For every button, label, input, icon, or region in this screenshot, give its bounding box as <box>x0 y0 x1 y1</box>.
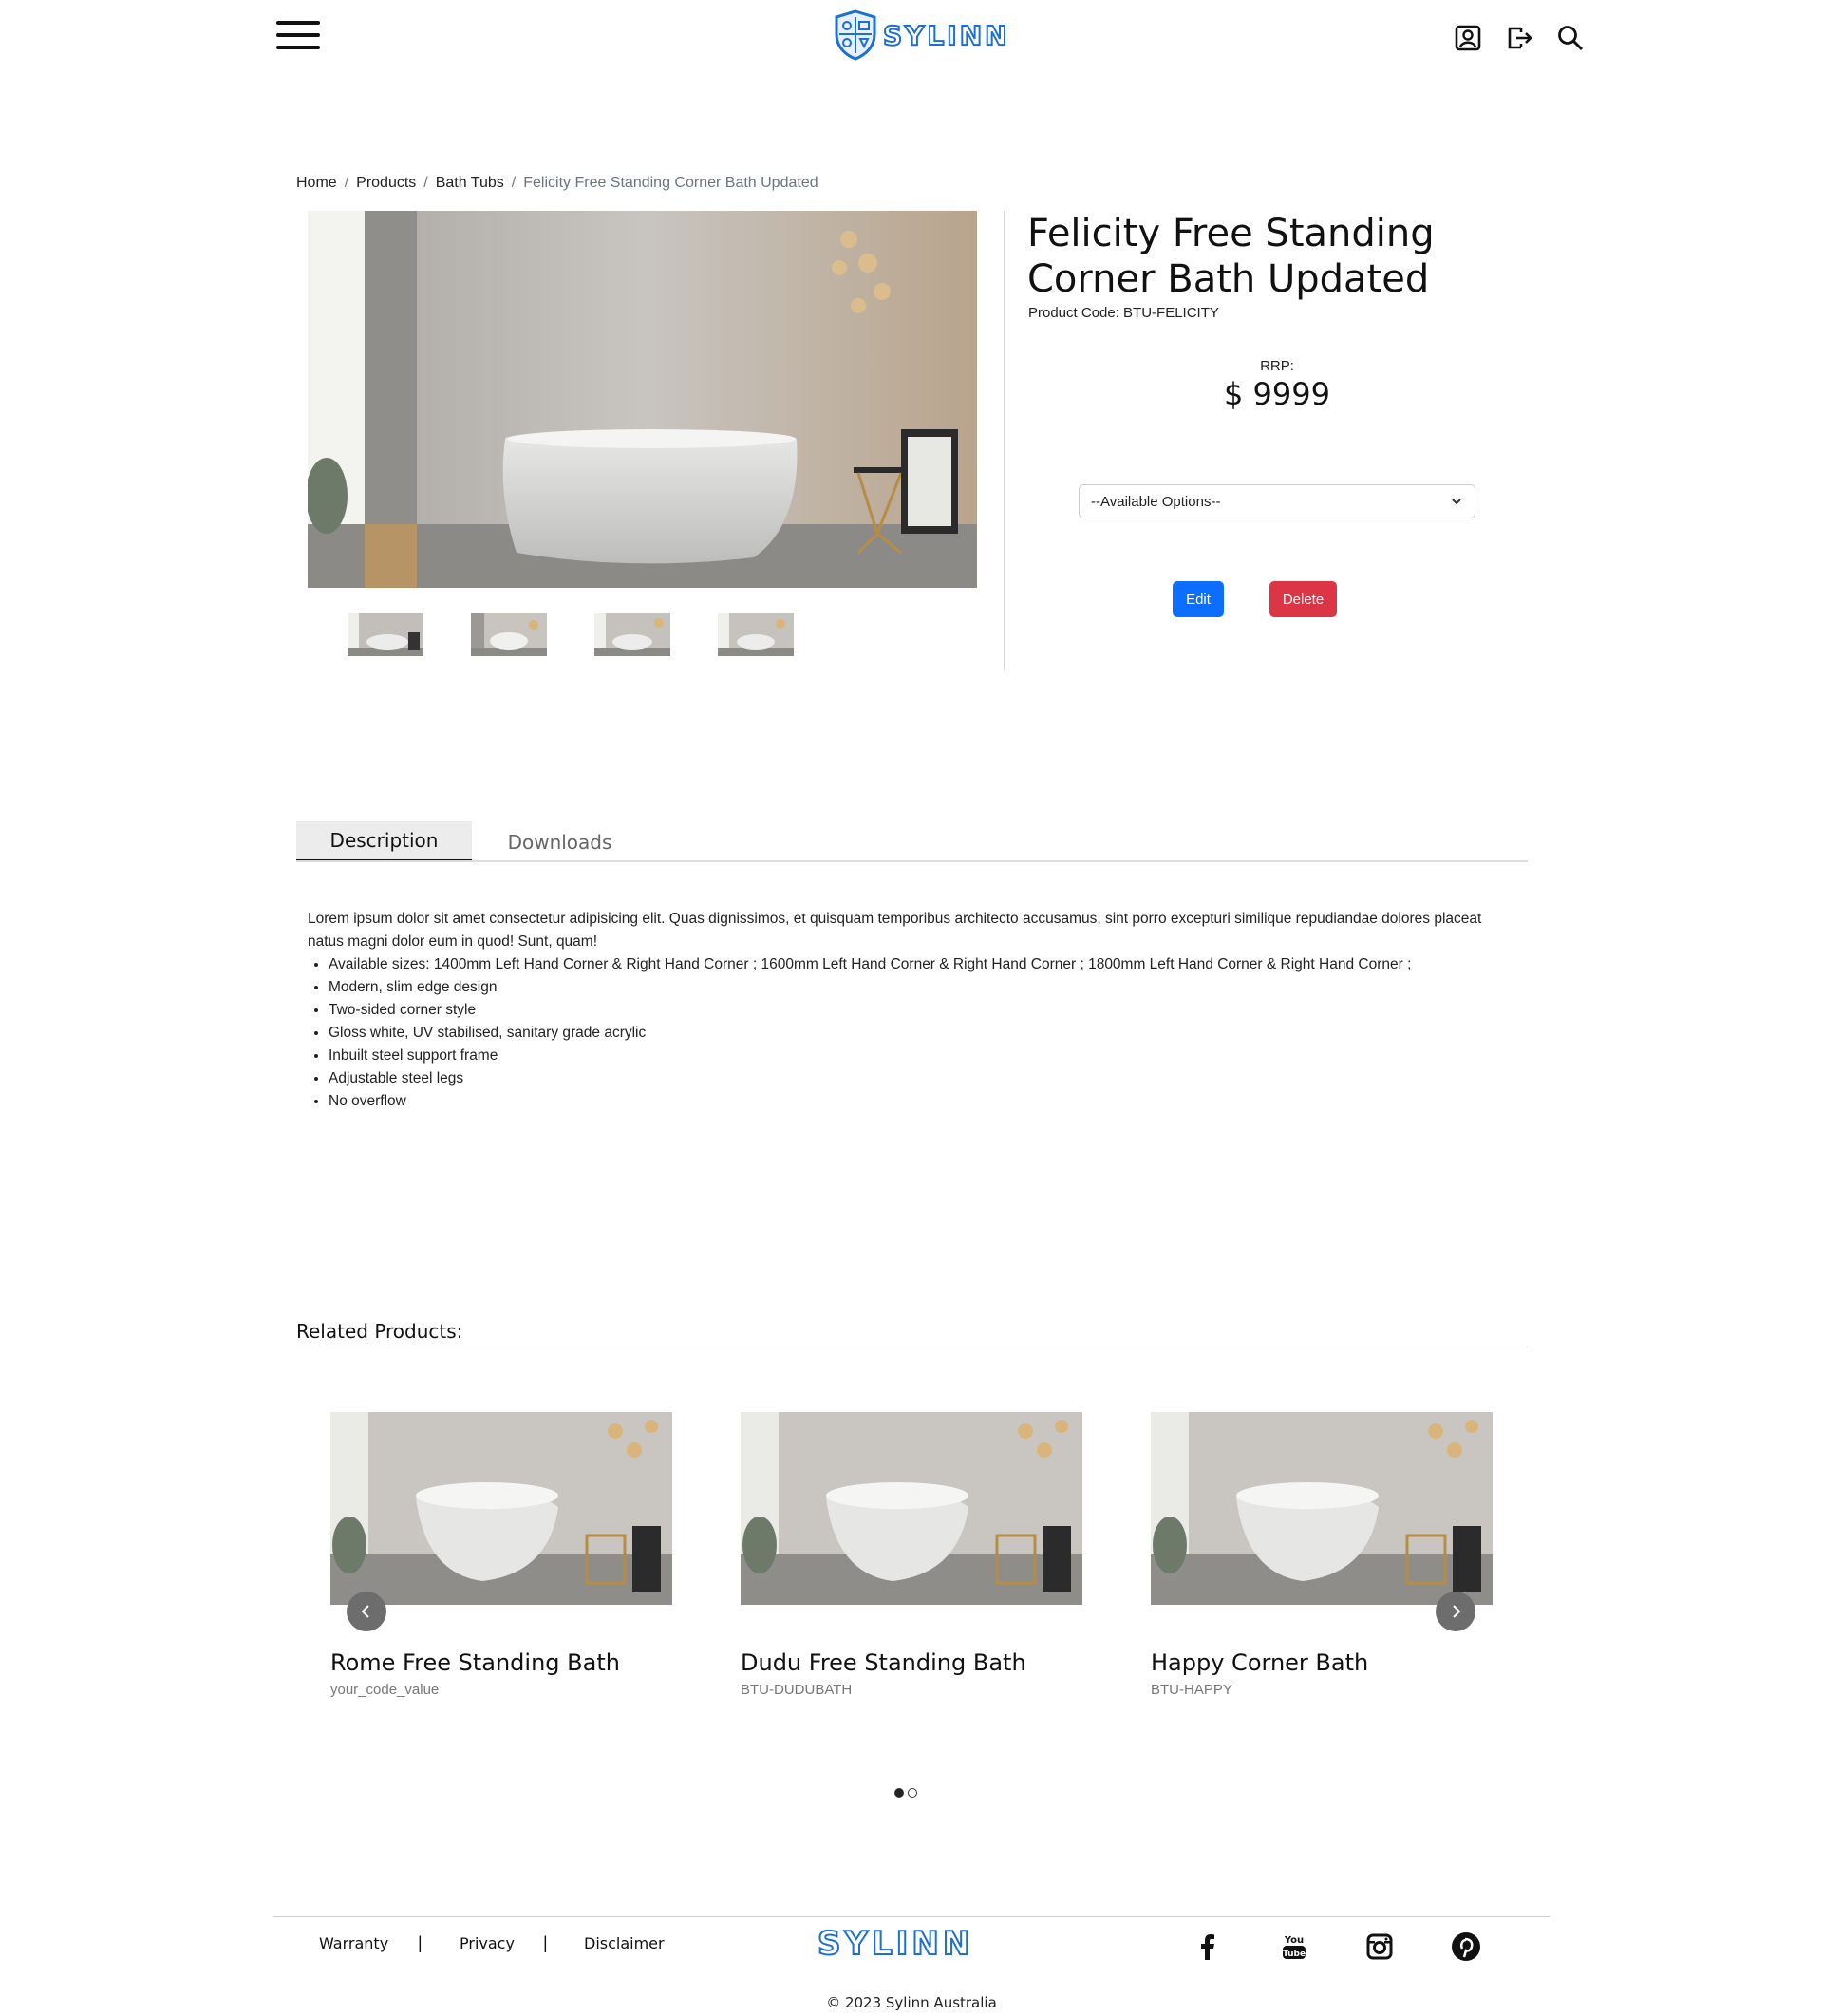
related-product-code: your_code_value <box>330 1682 440 1698</box>
search-icon[interactable] <box>1555 23 1586 53</box>
instagram-icon[interactable] <box>1363 1931 1396 1963</box>
breadcrumb-bath-tubs[interactable]: Bath Tubs <box>436 175 504 192</box>
feature-item: Two-sided corner style <box>329 999 1513 1022</box>
footer-link-warranty[interactable]: Warranty <box>319 1934 388 1952</box>
chevron-right-icon <box>1453 1605 1461 1618</box>
related-product-image[interactable] <box>741 1412 1082 1605</box>
account-icon[interactable] <box>1453 23 1483 53</box>
footer-brand-logo[interactable]: SYLINN <box>817 1924 973 1964</box>
brand-name: SYLINN <box>882 19 1010 52</box>
copyright-text: © 2023 Sylinn Australia <box>826 1994 997 2011</box>
breadcrumb-separator: / <box>344 175 349 191</box>
shield-logo-icon <box>835 9 876 61</box>
column-divider <box>1004 211 1005 670</box>
tabs-underline <box>296 860 1528 862</box>
related-product-code: BTU-DUDUBATH <box>741 1682 853 1698</box>
related-product-image[interactable] <box>330 1412 672 1605</box>
facebook-icon[interactable] <box>1192 1931 1224 1963</box>
menu-icon-bar <box>276 33 320 37</box>
product-thumbnail[interactable] <box>471 613 547 656</box>
carousel-dot[interactable] <box>894 1788 904 1798</box>
menu-icon-bar <box>276 21 320 25</box>
product-price: $ 9999 <box>1224 376 1330 412</box>
product-thumbnail[interactable] <box>594 613 670 656</box>
rrp-label: RRP: <box>1260 358 1294 374</box>
menu-icon-bar <box>276 46 320 49</box>
breadcrumb-separator: / <box>511 175 517 191</box>
product-title: Felicity Free Standing Corner Bath Updat… <box>1027 212 1435 301</box>
delete-button[interactable]: Delete <box>1269 581 1337 617</box>
product-thumbnail[interactable] <box>718 613 794 656</box>
carousel-prev-button[interactable] <box>347 1592 386 1631</box>
breadcrumb-products[interactable]: Products <box>356 175 416 192</box>
feature-item: Inbuilt steel support frame <box>329 1045 1513 1067</box>
youtube-icon[interactable]: You Tube <box>1278 1931 1310 1963</box>
svg-text:Tube: Tube <box>1283 1950 1306 1959</box>
footer-link-disclaimer[interactable]: Disclaimer <box>584 1934 665 1952</box>
pinterest-icon[interactable] <box>1450 1931 1482 1963</box>
tab-downloads[interactable]: Downloads <box>472 821 648 862</box>
feature-list: Available sizes: 1400mm Left Hand Corner… <box>308 953 1513 1113</box>
options-select[interactable]: --Available Options-- <box>1079 484 1475 518</box>
chevron-down-icon <box>1452 499 1461 505</box>
footer-link-privacy[interactable]: Privacy <box>460 1934 515 1952</box>
product-code: Product Code: BTU-FELICITY <box>1028 305 1219 321</box>
chevron-left-icon <box>361 1605 369 1618</box>
footer-separator: | <box>418 1933 423 1952</box>
logout-icon[interactable] <box>1504 23 1534 53</box>
description-panel: Lorem ipsum dolor sit amet consectetur a… <box>308 908 1513 1113</box>
footer-divider <box>273 1916 1550 1917</box>
related-product-code: BTU-HAPPY <box>1151 1682 1232 1698</box>
feature-item: Available sizes: 1400mm Left Hand Corner… <box>329 953 1513 976</box>
breadcrumb-home[interactable]: Home <box>296 175 337 192</box>
breadcrumb: Home / Products / Bath Tubs / Felicity F… <box>296 175 818 192</box>
related-product-name[interactable]: Rome Free Standing Bath <box>330 1649 620 1676</box>
description-intro: Lorem ipsum dolor sit amet consectetur a… <box>308 911 1482 950</box>
footer-separator: | <box>543 1933 548 1952</box>
carousel-dot[interactable] <box>908 1788 917 1798</box>
brand-logo[interactable]: SYLINN <box>834 9 1010 61</box>
related-product-name[interactable]: Dudu Free Standing Bath <box>741 1649 1026 1676</box>
options-select-value: --Available Options-- <box>1091 493 1221 510</box>
feature-item: No overflow <box>329 1090 1513 1113</box>
related-products-title: Related Products: <box>296 1320 463 1343</box>
breadcrumb-separator: / <box>423 175 428 191</box>
product-thumbnail[interactable] <box>348 613 423 656</box>
tab-description[interactable]: Description <box>296 821 472 862</box>
feature-item: Adjustable steel legs <box>329 1067 1513 1090</box>
feature-item: Gloss white, UV stabilised, sanitary gra… <box>329 1022 1513 1045</box>
edit-button[interactable]: Edit <box>1173 581 1224 617</box>
feature-item: Modern, slim edge design <box>329 976 1513 999</box>
related-product-image[interactable] <box>1151 1412 1493 1605</box>
related-product-name[interactable]: Happy Corner Bath <box>1151 1649 1368 1676</box>
carousel-next-button[interactable] <box>1436 1592 1475 1631</box>
product-main-image[interactable] <box>308 211 977 588</box>
svg-text:You: You <box>1284 1935 1304 1946</box>
breadcrumb-current: Felicity Free Standing Corner Bath Updat… <box>523 175 818 191</box>
carousel-pagination <box>894 1788 917 1798</box>
menu-button[interactable] <box>276 21 320 53</box>
